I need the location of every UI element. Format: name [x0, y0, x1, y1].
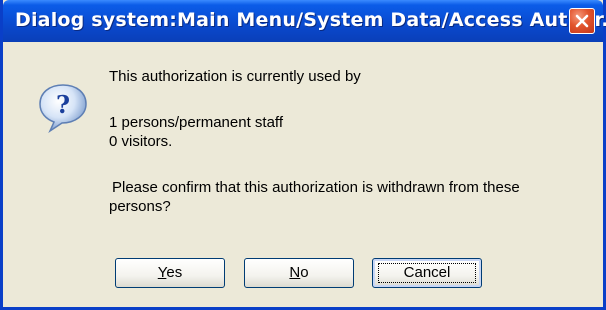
no-accelerator: N: [289, 264, 301, 281]
yes-button[interactable]: Yes: [115, 258, 225, 288]
dialog-title: Dialog system:Main Menu/System Data/Acce…: [15, 9, 606, 31]
yes-label: es: [166, 264, 183, 281]
dialog-window: Dialog system:Main Menu/System Data/Acce…: [0, 0, 606, 310]
question-icon: ?: [39, 84, 87, 134]
svg-text:?: ?: [56, 90, 70, 119]
message-line-5: persons?: [109, 198, 171, 215]
no-label: o: [300, 264, 309, 281]
no-button[interactable]: No: [244, 258, 354, 288]
message-line-3: 0 visitors.: [109, 133, 173, 150]
cancel-button[interactable]: Cancel: [372, 258, 482, 288]
message-line-4: Please confirm that this authorization i…: [112, 179, 520, 196]
focus-ring: [378, 263, 476, 283]
close-button[interactable]: [569, 8, 595, 34]
close-icon: [575, 14, 589, 28]
title-bar[interactable]: Dialog system:Main Menu/System Data/Acce…: [3, 0, 606, 42]
message-line-2: 1 persons/permanent staff: [109, 114, 283, 131]
message-line-1: This authorization is currently used by: [109, 68, 361, 85]
